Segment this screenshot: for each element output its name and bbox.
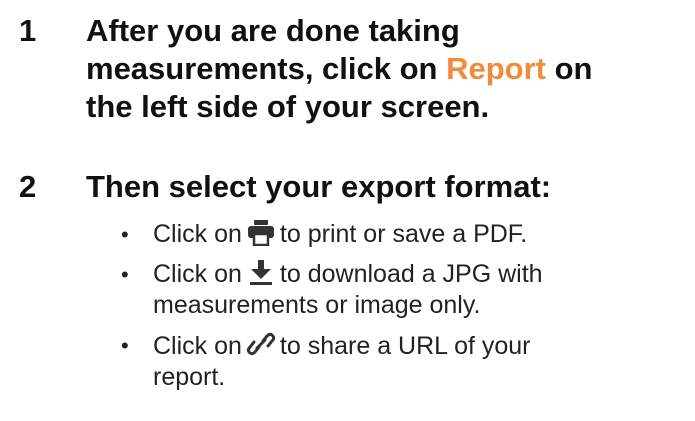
bullet-pre: Click on: [153, 220, 242, 248]
step-number: 2: [19, 169, 37, 204]
report-link-text: Report: [446, 51, 546, 86]
bullet-marker: •: [121, 333, 129, 358]
bullet-line-1: Click on to download a JPG with: [153, 259, 695, 290]
step-2-text: Then select your export format:: [86, 169, 552, 204]
step-2: 2 Then select your export format:: [0, 168, 695, 218]
bullet-line-1: Click on to share a URL of your: [153, 330, 695, 362]
bullet-pre: Click on: [153, 332, 242, 360]
bullet-marker: •: [121, 262, 129, 287]
step-1-line-2: measurements, click on Report on: [86, 50, 695, 88]
bullet-line-1: Click on to print or save a PDF.: [153, 219, 695, 250]
bullet-line-2: report.: [153, 363, 226, 391]
step-1-line-2-post: on: [546, 51, 593, 86]
bullet-marker: •: [121, 222, 129, 247]
bullet-text: to print or save a PDF.: [279, 220, 528, 248]
step-1-line-3: the left side of your screen.: [86, 89, 490, 124]
step-1-line-2-pre: measurements, click on: [86, 51, 447, 86]
list-item: • Click on to share a URL of your report.: [0, 330, 695, 393]
bullet-text: to share a URL of your: [279, 332, 531, 360]
print-icon: [246, 220, 276, 246]
step-number: 1: [19, 13, 37, 48]
bullet-line-2: measurements or image only.: [153, 291, 481, 319]
download-icon: [246, 260, 276, 286]
list-item: • Click on to download a JPG with measure…: [0, 259, 695, 321]
step-1-text: After you are done taking measurements, …: [86, 12, 695, 126]
export-options-list: • Click on to print or save a PDF. • Clic…: [0, 219, 695, 402]
bullet-pre: Click on: [153, 260, 242, 288]
step-1: 1 After you are done taking measurements…: [0, 12, 695, 132]
step-1-line-1: After you are done taking: [86, 13, 460, 48]
bullet-text: to download a JPG with: [279, 260, 543, 288]
list-item: • Click on to print or save a PDF.: [0, 219, 695, 250]
link-icon: [246, 330, 276, 358]
